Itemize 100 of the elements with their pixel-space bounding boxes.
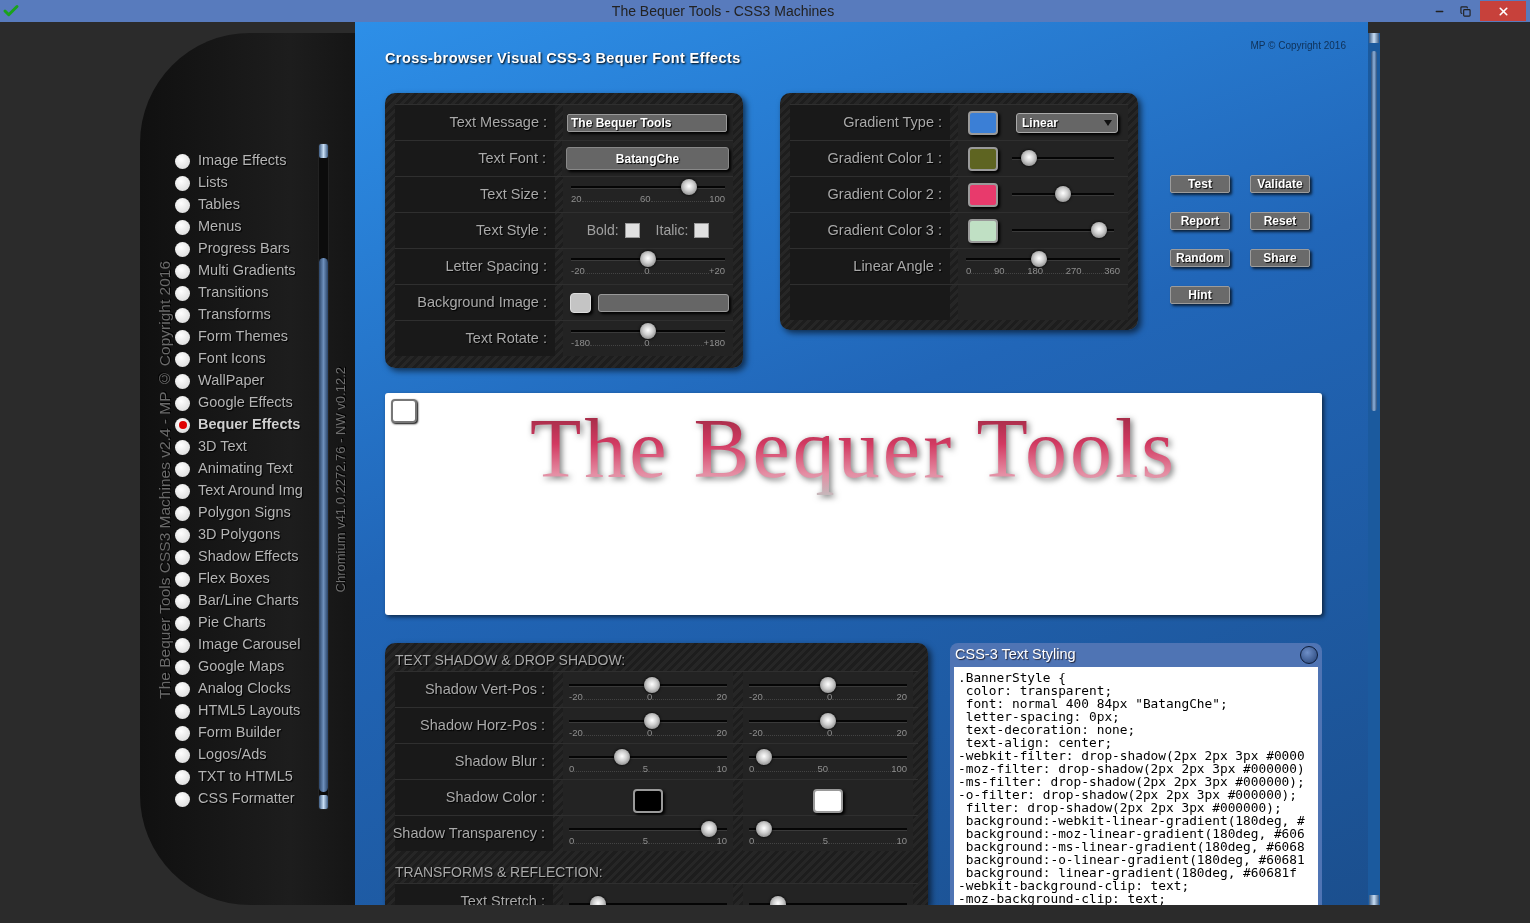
radio-button[interactable] — [175, 593, 190, 609]
radio-button[interactable] — [175, 197, 190, 213]
slider-thumb[interactable] — [820, 712, 836, 729]
nav-label[interactable]: Image Effects — [198, 150, 287, 172]
scrollbar-thumb[interactable] — [319, 258, 328, 792]
slider-thumb[interactable] — [820, 676, 836, 693]
nav-label[interactable]: Logos/Ads — [198, 744, 267, 766]
radio-button[interactable] — [175, 417, 190, 433]
radio-button[interactable] — [175, 153, 190, 169]
nav-label[interactable]: Form Builder — [198, 722, 281, 744]
nav-label[interactable]: Analog Clocks — [198, 678, 291, 700]
nav-label[interactable]: Font Icons — [198, 348, 266, 370]
image-path-field[interactable] — [598, 293, 729, 312]
panel-toggle-button[interactable] — [1300, 646, 1318, 664]
slider-thumb[interactable] — [701, 820, 718, 837]
nav-label[interactable]: Animating Text — [198, 458, 293, 480]
radio-button[interactable] — [175, 307, 190, 323]
radio-button[interactable] — [175, 747, 190, 763]
slider-thumb[interactable] — [756, 748, 773, 765]
radio-button[interactable] — [175, 373, 190, 389]
color-swatch[interactable] — [633, 788, 663, 813]
action-button[interactable]: Random — [1170, 249, 1230, 267]
nav-label[interactable]: HTML5 Layouts — [198, 700, 301, 722]
radio-button[interactable] — [175, 263, 190, 279]
nav-label[interactable]: Polygon Signs — [198, 502, 291, 524]
radio-button[interactable] — [175, 505, 190, 521]
radio-button[interactable] — [175, 527, 190, 543]
gradient-type-select[interactable]: Linear — [1016, 112, 1118, 133]
radio-button[interactable] — [175, 461, 190, 477]
color-swatch[interactable] — [968, 110, 998, 135]
slider-thumb[interactable] — [1091, 222, 1108, 238]
preview-checkbox[interactable] — [391, 399, 417, 423]
action-button[interactable]: Hint — [1170, 286, 1230, 304]
radio-button[interactable] — [175, 219, 190, 235]
text-input[interactable]: The Bequer Tools — [567, 113, 727, 132]
action-button[interactable]: Reset — [1250, 212, 1310, 230]
color-swatch[interactable] — [968, 146, 998, 171]
nav-label[interactable]: Flex Boxes — [198, 568, 270, 590]
radio-button[interactable] — [175, 725, 190, 741]
image-picker-button[interactable] — [570, 292, 591, 313]
radio-button[interactable] — [175, 659, 190, 675]
nav-label[interactable]: Google Maps — [198, 656, 285, 678]
slider-thumb[interactable] — [1055, 186, 1071, 202]
color-swatch[interactable] — [813, 788, 843, 813]
nav-label[interactable]: Lists — [198, 172, 228, 194]
radio-button[interactable] — [175, 571, 190, 587]
action-button[interactable]: Report — [1170, 212, 1230, 230]
radio-button[interactable] — [175, 637, 190, 653]
action-button[interactable]: Test — [1170, 175, 1230, 193]
radio-button[interactable] — [175, 681, 190, 697]
scroll-down-button[interactable] — [319, 795, 328, 809]
nav-label[interactable]: CSS Formatter — [198, 788, 295, 810]
radio-button[interactable] — [175, 549, 190, 565]
color-swatch[interactable] — [968, 182, 998, 207]
radio-button[interactable] — [175, 175, 190, 191]
nav-label[interactable]: WallPaper — [198, 370, 265, 392]
nav-label[interactable]: Form Themes — [198, 326, 288, 348]
color-swatch[interactable] — [968, 218, 998, 243]
nav-label[interactable]: Google Effects — [198, 392, 293, 414]
radio-button[interactable] — [175, 351, 190, 367]
action-button[interactable]: Validate — [1250, 175, 1310, 193]
checkbox[interactable] — [624, 223, 640, 238]
scroll-up-button[interactable] — [319, 144, 328, 158]
slider-thumb[interactable] — [1030, 250, 1047, 267]
font-button[interactable]: BatangChe — [566, 147, 729, 170]
slider-thumb[interactable] — [681, 178, 698, 195]
nav-label[interactable]: Transitions — [198, 282, 269, 304]
nav-label[interactable]: 3D Text — [198, 436, 247, 458]
action-button[interactable]: Share — [1250, 249, 1310, 267]
slider-thumb[interactable] — [1020, 150, 1037, 166]
radio-button[interactable] — [175, 285, 190, 301]
nav-label[interactable]: TXT to HTML5 — [198, 766, 293, 788]
radio-button[interactable] — [175, 769, 190, 785]
close-button[interactable] — [1480, 1, 1526, 21]
slider-thumb[interactable] — [644, 676, 661, 693]
radio-button[interactable] — [175, 329, 190, 345]
slider-thumb[interactable] — [640, 322, 656, 339]
slider-thumb[interactable] — [614, 748, 631, 765]
radio-button[interactable] — [175, 615, 190, 631]
page-scrollbar-thumb[interactable] — [1371, 51, 1377, 411]
nav-label[interactable]: 3D Polygons — [198, 524, 281, 546]
nav-label[interactable]: Menus — [198, 216, 242, 238]
radio-button[interactable] — [175, 703, 190, 719]
radio-button[interactable] — [175, 791, 190, 807]
nav-label[interactable]: Tables — [198, 194, 240, 216]
radio-button[interactable] — [175, 483, 190, 499]
slider-thumb[interactable] — [644, 712, 661, 729]
nav-label[interactable]: Progress Bars — [198, 238, 290, 260]
radio-button[interactable] — [175, 439, 190, 455]
nav-label[interactable]: Bequer Effects — [198, 414, 301, 436]
nav-label[interactable]: Pie Charts — [198, 612, 266, 634]
nav-label[interactable]: Shadow Effects — [198, 546, 299, 568]
radio-button[interactable] — [175, 395, 190, 411]
nav-label[interactable]: Multi Gradients — [198, 260, 296, 282]
radio-button[interactable] — [175, 241, 190, 257]
checkbox[interactable] — [694, 223, 710, 238]
nav-label[interactable]: Text Around Img — [198, 480, 303, 502]
nav-label[interactable]: Transforms — [198, 304, 271, 326]
nav-label[interactable]: Bar/Line Charts — [198, 590, 299, 612]
slider-thumb[interactable] — [640, 250, 656, 267]
